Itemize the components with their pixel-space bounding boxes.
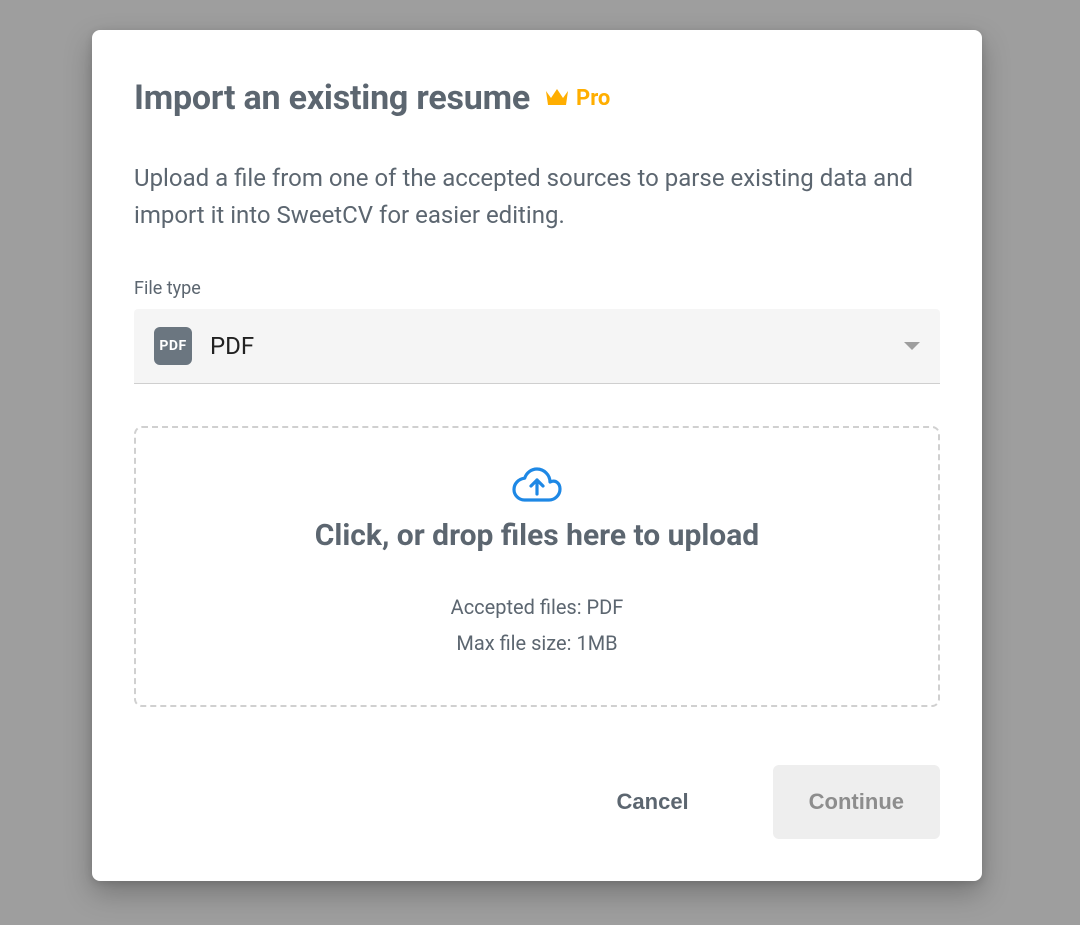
modal-description: Upload a file from one of the accepted s… — [134, 160, 940, 234]
dropzone-maxsize: Max file size: 1MB — [156, 625, 918, 661]
file-type-selected-text: PDF — [210, 332, 254, 360]
cancel-button[interactable]: Cancel — [581, 765, 725, 839]
file-type-select-value: PDF PDF — [154, 327, 254, 365]
modal-footer: Cancel Continue — [134, 765, 940, 839]
dropzone-title: Click, or drop files here to upload — [156, 518, 918, 553]
file-type-select[interactable]: PDF PDF — [134, 309, 940, 384]
pro-label: Pro — [576, 86, 610, 111]
modal-header: Import an existing resume Pro — [134, 78, 940, 118]
import-resume-modal: Import an existing resume Pro Upload a f… — [92, 30, 982, 881]
chevron-down-icon — [904, 342, 920, 350]
modal-title: Import an existing resume — [134, 78, 530, 118]
upload-dropzone[interactable]: Click, or drop files here to upload Acce… — [134, 426, 940, 707]
cloud-upload-icon — [512, 464, 562, 506]
file-type-label: File type — [134, 278, 940, 299]
pro-badge: Pro — [544, 86, 610, 111]
continue-button[interactable]: Continue — [773, 765, 940, 839]
pdf-icon: PDF — [154, 327, 192, 365]
dropzone-accepted: Accepted files: PDF — [156, 589, 918, 625]
crown-icon — [544, 87, 570, 109]
file-type-field: File type PDF PDF — [134, 278, 940, 384]
